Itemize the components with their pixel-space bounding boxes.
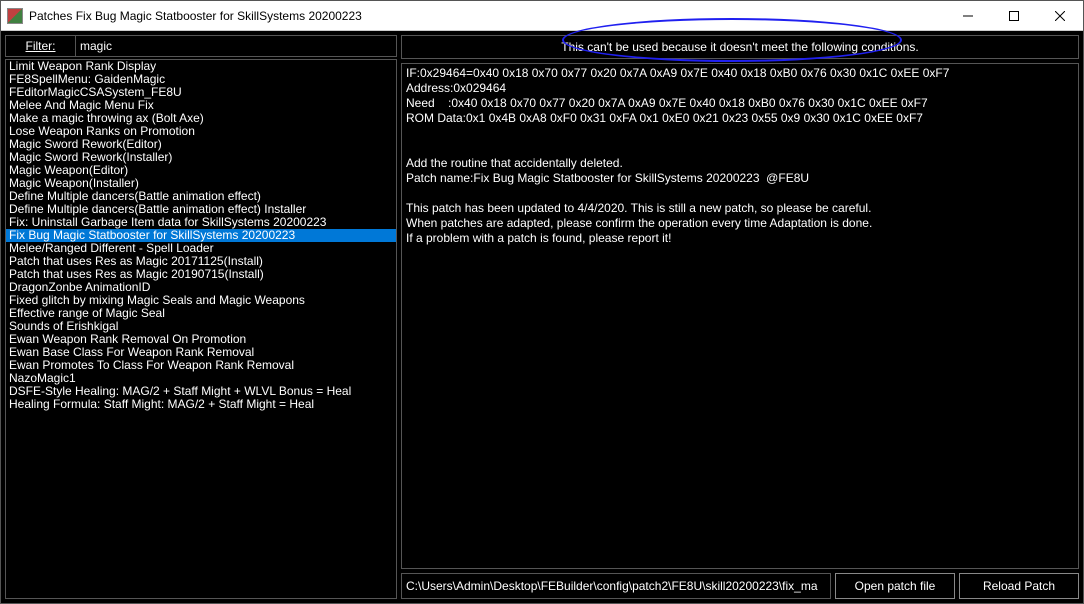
left-pane: Filter: Limit Weapon Rank DisplayFE8Spel… (5, 35, 397, 599)
maximize-icon (1009, 11, 1019, 21)
list-item[interactable]: DSFE-Style Healing: MAG/2 + Staff Might … (6, 385, 396, 398)
list-item[interactable]: Magic Sword Rework(Installer) (6, 151, 396, 164)
list-item[interactable]: Define Multiple dancers(Battle animation… (6, 190, 396, 203)
close-icon (1055, 11, 1065, 21)
list-item[interactable]: Fixed glitch by mixing Magic Seals and M… (6, 294, 396, 307)
list-item[interactable]: Ewan Promotes To Class For Weapon Rank R… (6, 359, 396, 372)
list-item[interactable]: Fix: Uninstall Garbage Item data for Ski… (6, 216, 396, 229)
list-item[interactable]: Melee And Magic Menu Fix (6, 99, 396, 112)
list-item[interactable]: Define Multiple dancers(Battle animation… (6, 203, 396, 216)
list-item[interactable]: Magic Weapon(Installer) (6, 177, 396, 190)
list-item[interactable]: Patch that uses Res as Magic 20171125(In… (6, 255, 396, 268)
warning-bar: This can't be used because it doesn't me… (401, 35, 1079, 59)
list-item[interactable]: DragonZonbe AnimationID (6, 281, 396, 294)
list-item[interactable]: Magic Sword Rework(Editor) (6, 138, 396, 151)
list-item[interactable]: Sounds of Erishkigal (6, 320, 396, 333)
list-item[interactable]: Limit Weapon Rank Display (6, 60, 396, 73)
app-window: Patches Fix Bug Magic Statbooster for Sk… (0, 0, 1084, 604)
list-item[interactable]: FEditorMagicCSASystem_FE8U (6, 86, 396, 99)
detail-textbox[interactable]: IF:0x29464=0x40 0x18 0x70 0x77 0x20 0x7A… (401, 63, 1079, 569)
window-controls (945, 1, 1083, 31)
list-item[interactable]: Ewan Base Class For Weapon Rank Removal (6, 346, 396, 359)
close-button[interactable] (1037, 1, 1083, 31)
patch-list[interactable]: Limit Weapon Rank DisplayFE8SpellMenu: G… (5, 59, 397, 599)
bottom-row: C:\Users\Admin\Desktop\FEBuilder\config\… (401, 573, 1079, 599)
content-area: Filter: Limit Weapon Rank DisplayFE8Spel… (1, 31, 1083, 603)
minimize-icon (963, 11, 973, 21)
app-icon (7, 8, 23, 24)
list-item[interactable]: Magic Weapon(Editor) (6, 164, 396, 177)
filter-input[interactable] (76, 36, 396, 56)
list-item[interactable]: Ewan Weapon Rank Removal On Promotion (6, 333, 396, 346)
list-item[interactable]: Melee/Ranged Different - Spell Loader (6, 242, 396, 255)
list-item[interactable]: Lose Weapon Ranks on Promotion (6, 125, 396, 138)
list-item[interactable]: Healing Formula: Staff Might: MAG/2 + St… (6, 398, 396, 411)
patch-path-field[interactable]: C:\Users\Admin\Desktop\FEBuilder\config\… (401, 573, 831, 599)
window-title: Patches Fix Bug Magic Statbooster for Sk… (29, 9, 945, 23)
maximize-button[interactable] (991, 1, 1037, 31)
list-item[interactable]: Patch that uses Res as Magic 20190715(In… (6, 268, 396, 281)
right-pane: This can't be used because it doesn't me… (401, 35, 1079, 599)
reload-patch-button[interactable]: Reload Patch (959, 573, 1079, 599)
filter-row: Filter: (5, 35, 397, 57)
list-item[interactable]: Effective range of Magic Seal (6, 307, 396, 320)
titlebar: Patches Fix Bug Magic Statbooster for Sk… (1, 1, 1083, 31)
open-patch-button[interactable]: Open patch file (835, 573, 955, 599)
filter-label[interactable]: Filter: (6, 36, 76, 56)
list-item[interactable]: Make a magic throwing ax (Bolt Axe) (6, 112, 396, 125)
warning-text: This can't be used because it doesn't me… (561, 40, 918, 54)
list-item[interactable]: FE8SpellMenu: GaidenMagic (6, 73, 396, 86)
minimize-button[interactable] (945, 1, 991, 31)
list-item[interactable]: NazoMagic1 (6, 372, 396, 385)
list-item[interactable]: Fix Bug Magic Statbooster for SkillSyste… (6, 229, 396, 242)
